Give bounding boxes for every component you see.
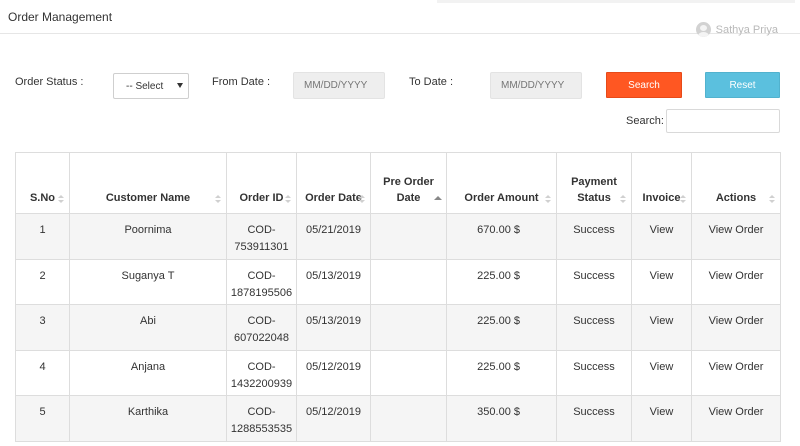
cell-pre-order-date: [370, 395, 447, 442]
topbar-divider: [437, 0, 795, 3]
column-header-order-amount[interactable]: Order Amount: [446, 152, 557, 214]
sort-icon: [680, 195, 686, 204]
cell-sno: 2: [15, 258, 70, 305]
table-header-row: S.No Customer Name Order ID Order Date P…: [15, 152, 781, 214]
cell-pre-order-date: [370, 213, 447, 260]
invoice-view-link[interactable]: View: [631, 304, 692, 351]
orders-table: S.No Customer Name Order ID Order Date P…: [15, 152, 781, 442]
invoice-view-link[interactable]: View: [631, 258, 692, 305]
cell-order-amount: 225.00 $: [446, 349, 557, 396]
column-header-pre-order-date[interactable]: Pre Order Date: [370, 152, 447, 214]
page-title: Order Management: [8, 10, 113, 24]
cell-sno: 1: [15, 213, 70, 260]
cell-order-id: COD-753911301: [226, 213, 297, 260]
column-header-order-date[interactable]: Order Date: [296, 152, 371, 214]
top-bar: Order Management Sathya Priya: [0, 0, 800, 37]
table-row: 3 Abi COD-607022048 05/13/2019 225.00 $ …: [15, 304, 781, 351]
cell-order-id: COD-1878195506: [226, 258, 297, 305]
cell-order-amount: 670.00 $: [446, 213, 557, 260]
cell-payment-status: Success: [556, 258, 632, 305]
invoice-view-link[interactable]: View: [631, 349, 692, 396]
cell-sno: 3: [15, 304, 70, 351]
cell-pre-order-date: [370, 258, 447, 305]
order-status-selected-value: -- Select: [126, 80, 164, 92]
user-avatar-icon: [695, 22, 711, 37]
column-header-actions[interactable]: Actions: [691, 152, 781, 214]
invoice-view-link[interactable]: View: [631, 395, 692, 442]
cell-payment-status: Success: [556, 304, 632, 351]
sort-icon: [215, 195, 221, 204]
sort-icon: [285, 195, 291, 204]
to-date-label: To Date :: [409, 76, 454, 88]
cell-order-id: COD-607022048: [226, 304, 297, 351]
invoice-view-link[interactable]: View: [631, 213, 692, 260]
chevron-down-icon: [177, 83, 183, 88]
column-header-payment-status[interactable]: Payment Status: [556, 152, 632, 214]
from-date-input[interactable]: [293, 72, 385, 99]
order-status-select[interactable]: -- Select: [113, 73, 189, 99]
to-date-input[interactable]: [490, 72, 582, 99]
cell-sno: 4: [15, 349, 70, 396]
view-order-link[interactable]: View Order: [691, 395, 781, 442]
table-row: 1 Poornima COD-753911301 05/21/2019 670.…: [15, 213, 781, 260]
search-button[interactable]: Search: [606, 72, 682, 98]
cell-payment-status: Success: [556, 395, 632, 442]
column-header-sno[interactable]: S.No: [15, 152, 70, 214]
user-menu[interactable]: Sathya Priya: [695, 22, 778, 37]
order-status-label: Order Status :: [15, 76, 84, 88]
user-name: Sathya Priya: [715, 23, 778, 36]
cell-customer-name: Suganya T: [69, 258, 227, 305]
cell-order-date: 05/12/2019: [296, 395, 371, 442]
sort-icon: [545, 195, 551, 204]
cell-customer-name: Poornima: [69, 213, 227, 260]
table-row: 4 Anjana COD-1432200939 05/12/2019 225.0…: [15, 349, 781, 396]
cell-order-date: 05/13/2019: [296, 258, 371, 305]
cell-payment-status: Success: [556, 349, 632, 396]
sort-icon: [58, 195, 64, 204]
cell-order-date: 05/21/2019: [296, 213, 371, 260]
cell-order-date: 05/13/2019: [296, 304, 371, 351]
view-order-link[interactable]: View Order: [691, 349, 781, 396]
reset-button[interactable]: Reset: [705, 72, 780, 98]
cell-order-amount: 350.00 $: [446, 395, 557, 442]
view-order-link[interactable]: View Order: [691, 304, 781, 351]
sort-ascending-icon: [434, 195, 442, 204]
cell-pre-order-date: [370, 304, 447, 351]
table-row: 2 Suganya T COD-1878195506 05/13/2019 22…: [15, 258, 781, 305]
from-date-label: From Date :: [212, 76, 271, 88]
cell-customer-name: Abi: [69, 304, 227, 351]
cell-pre-order-date: [370, 349, 447, 396]
column-header-invoice[interactable]: Invoice: [631, 152, 692, 214]
sort-icon: [620, 195, 626, 204]
cell-order-id: COD-1288553535: [226, 395, 297, 442]
column-header-order-id[interactable]: Order ID: [226, 152, 297, 214]
table-search-input[interactable]: [666, 109, 780, 133]
view-order-link[interactable]: View Order: [691, 213, 781, 260]
column-header-customer-name[interactable]: Customer Name: [69, 152, 227, 214]
cell-sno: 5: [15, 395, 70, 442]
cell-order-id: COD-1432200939: [226, 349, 297, 396]
cell-customer-name: Anjana: [69, 349, 227, 396]
view-order-link[interactable]: View Order: [691, 258, 781, 305]
cell-order-date: 05/12/2019: [296, 349, 371, 396]
cell-order-amount: 225.00 $: [446, 304, 557, 351]
table-search-label: Search:: [626, 115, 664, 127]
cell-order-amount: 225.00 $: [446, 258, 557, 305]
sort-icon: [359, 195, 365, 204]
cell-payment-status: Success: [556, 213, 632, 260]
sort-icon: [769, 195, 775, 204]
table-row: 5 Karthika COD-1288553535 05/12/2019 350…: [15, 395, 781, 442]
cell-customer-name: Karthika: [69, 395, 227, 442]
